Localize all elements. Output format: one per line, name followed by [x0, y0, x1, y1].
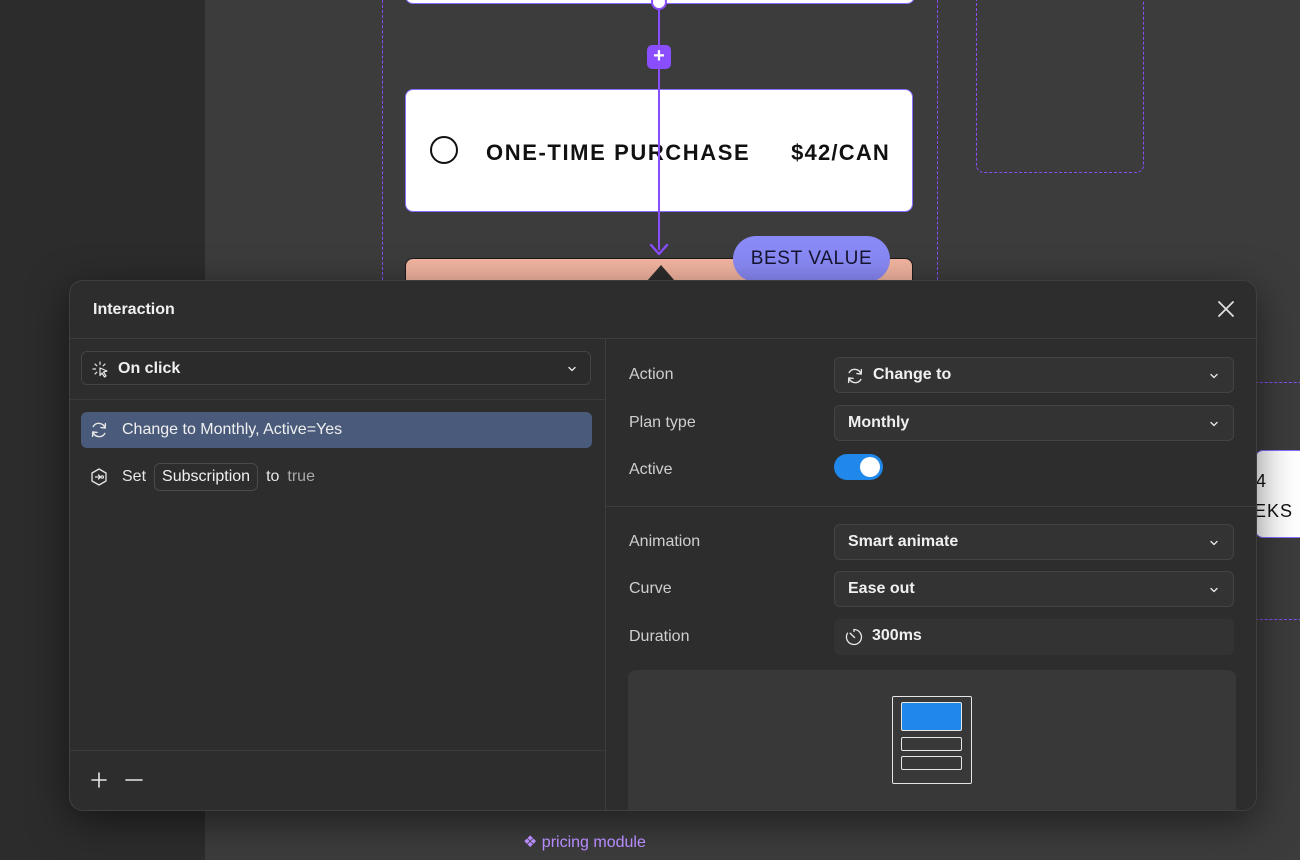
- chevron-down-icon: [1210, 373, 1218, 379]
- side-frame-outline[interactable]: [976, 0, 1144, 173]
- duration-row: Duration 300ms: [606, 619, 1256, 655]
- chevron-down-icon: [1210, 540, 1218, 546]
- side-card-number: 4: [1256, 471, 1267, 491]
- divider: [70, 399, 605, 400]
- best-value-badge: BEST VALUE: [733, 236, 890, 282]
- curve-select[interactable]: Ease out: [834, 571, 1234, 607]
- chevron-down-icon: [1210, 587, 1218, 593]
- card-price: $42/CAN: [791, 140, 890, 165]
- active-key: Active: [629, 461, 673, 478]
- action-item-set-variable[interactable]: Set Subscription to true: [81, 459, 592, 495]
- plan-type-key: Plan type: [629, 414, 696, 431]
- set-variable-row: Set Subscription to true: [122, 461, 315, 493]
- trigger-label: On click: [118, 360, 181, 377]
- action-key: Action: [629, 366, 674, 383]
- list-footer: [70, 750, 605, 810]
- panel-title: Interaction: [93, 301, 175, 318]
- panel-pointer: [647, 265, 675, 281]
- module-label[interactable]: ❖ pricing module: [523, 832, 646, 852]
- animation-row: Animation Smart animate: [606, 524, 1256, 560]
- curve-key: Curve: [629, 580, 672, 597]
- interaction-panel: Interaction On click Change to Monthly, …: [69, 280, 1257, 811]
- curve-value: Ease out: [848, 580, 915, 597]
- plan-type-value: Monthly: [848, 414, 910, 431]
- set-keyword: Set: [122, 468, 147, 485]
- active-toggle[interactable]: [834, 454, 883, 480]
- action-item-label: Change to Monthly, Active=Yes: [122, 421, 343, 438]
- animation-preview: [628, 670, 1236, 810]
- add-action-button[interactable]: [87, 768, 111, 792]
- action-properties-pane: Action Change to Plan type Monthly Activ…: [606, 339, 1256, 810]
- animation-select[interactable]: Smart animate: [834, 524, 1234, 560]
- remove-action-button[interactable]: [122, 768, 146, 792]
- animation-value: Smart animate: [848, 533, 959, 550]
- toggle-knob: [860, 457, 880, 477]
- preview-block: [901, 737, 962, 751]
- duration-input[interactable]: 300ms: [834, 619, 1234, 655]
- variable-value: true: [287, 468, 315, 485]
- close-icon[interactable]: [1214, 297, 1238, 321]
- divider: [606, 506, 1256, 507]
- action-row: Action Change to: [606, 357, 1256, 393]
- plan-type-select[interactable]: Monthly: [834, 405, 1234, 441]
- set-variable-icon: [91, 468, 107, 486]
- side-card[interactable]: 4 EKS: [1254, 450, 1300, 538]
- panel-header: Interaction: [70, 281, 1256, 339]
- variable-pill[interactable]: Subscription: [154, 463, 259, 491]
- chevron-down-icon: [568, 366, 576, 372]
- animation-key: Animation: [629, 533, 701, 550]
- side-card-label: EKS: [1254, 501, 1294, 521]
- trigger-select[interactable]: On click: [81, 351, 591, 385]
- pointer-click-icon: [92, 361, 108, 378]
- connection-arrow-icon: [649, 243, 669, 256]
- preview-active-block: [901, 702, 962, 731]
- action-value: Change to: [873, 366, 952, 383]
- interactions-list-pane: On click Change to Monthly, Active=Yes S…: [70, 339, 606, 810]
- add-interaction-button[interactable]: +: [647, 45, 671, 69]
- duration-key: Duration: [629, 628, 690, 645]
- duration-value: 300ms: [872, 627, 922, 644]
- card-title: ONE-TIME PURCHASE: [486, 140, 751, 165]
- timer-icon: [845, 628, 863, 646]
- curve-row: Curve Ease out: [606, 571, 1256, 607]
- preview-frame-icon: [892, 696, 972, 784]
- chevron-down-icon: [1210, 421, 1218, 427]
- prototype-connection-line[interactable]: [658, 0, 660, 250]
- action-item-change-to[interactable]: Change to Monthly, Active=Yes: [81, 412, 592, 448]
- preview-block: [901, 756, 962, 770]
- radio-icon[interactable]: [430, 136, 458, 164]
- swap-icon: [91, 422, 107, 438]
- plan-type-row: Plan type Monthly: [606, 405, 1256, 441]
- action-select[interactable]: Change to: [834, 357, 1234, 393]
- swap-icon: [847, 368, 863, 384]
- to-keyword: to: [266, 468, 280, 485]
- active-row: Active: [606, 452, 1256, 488]
